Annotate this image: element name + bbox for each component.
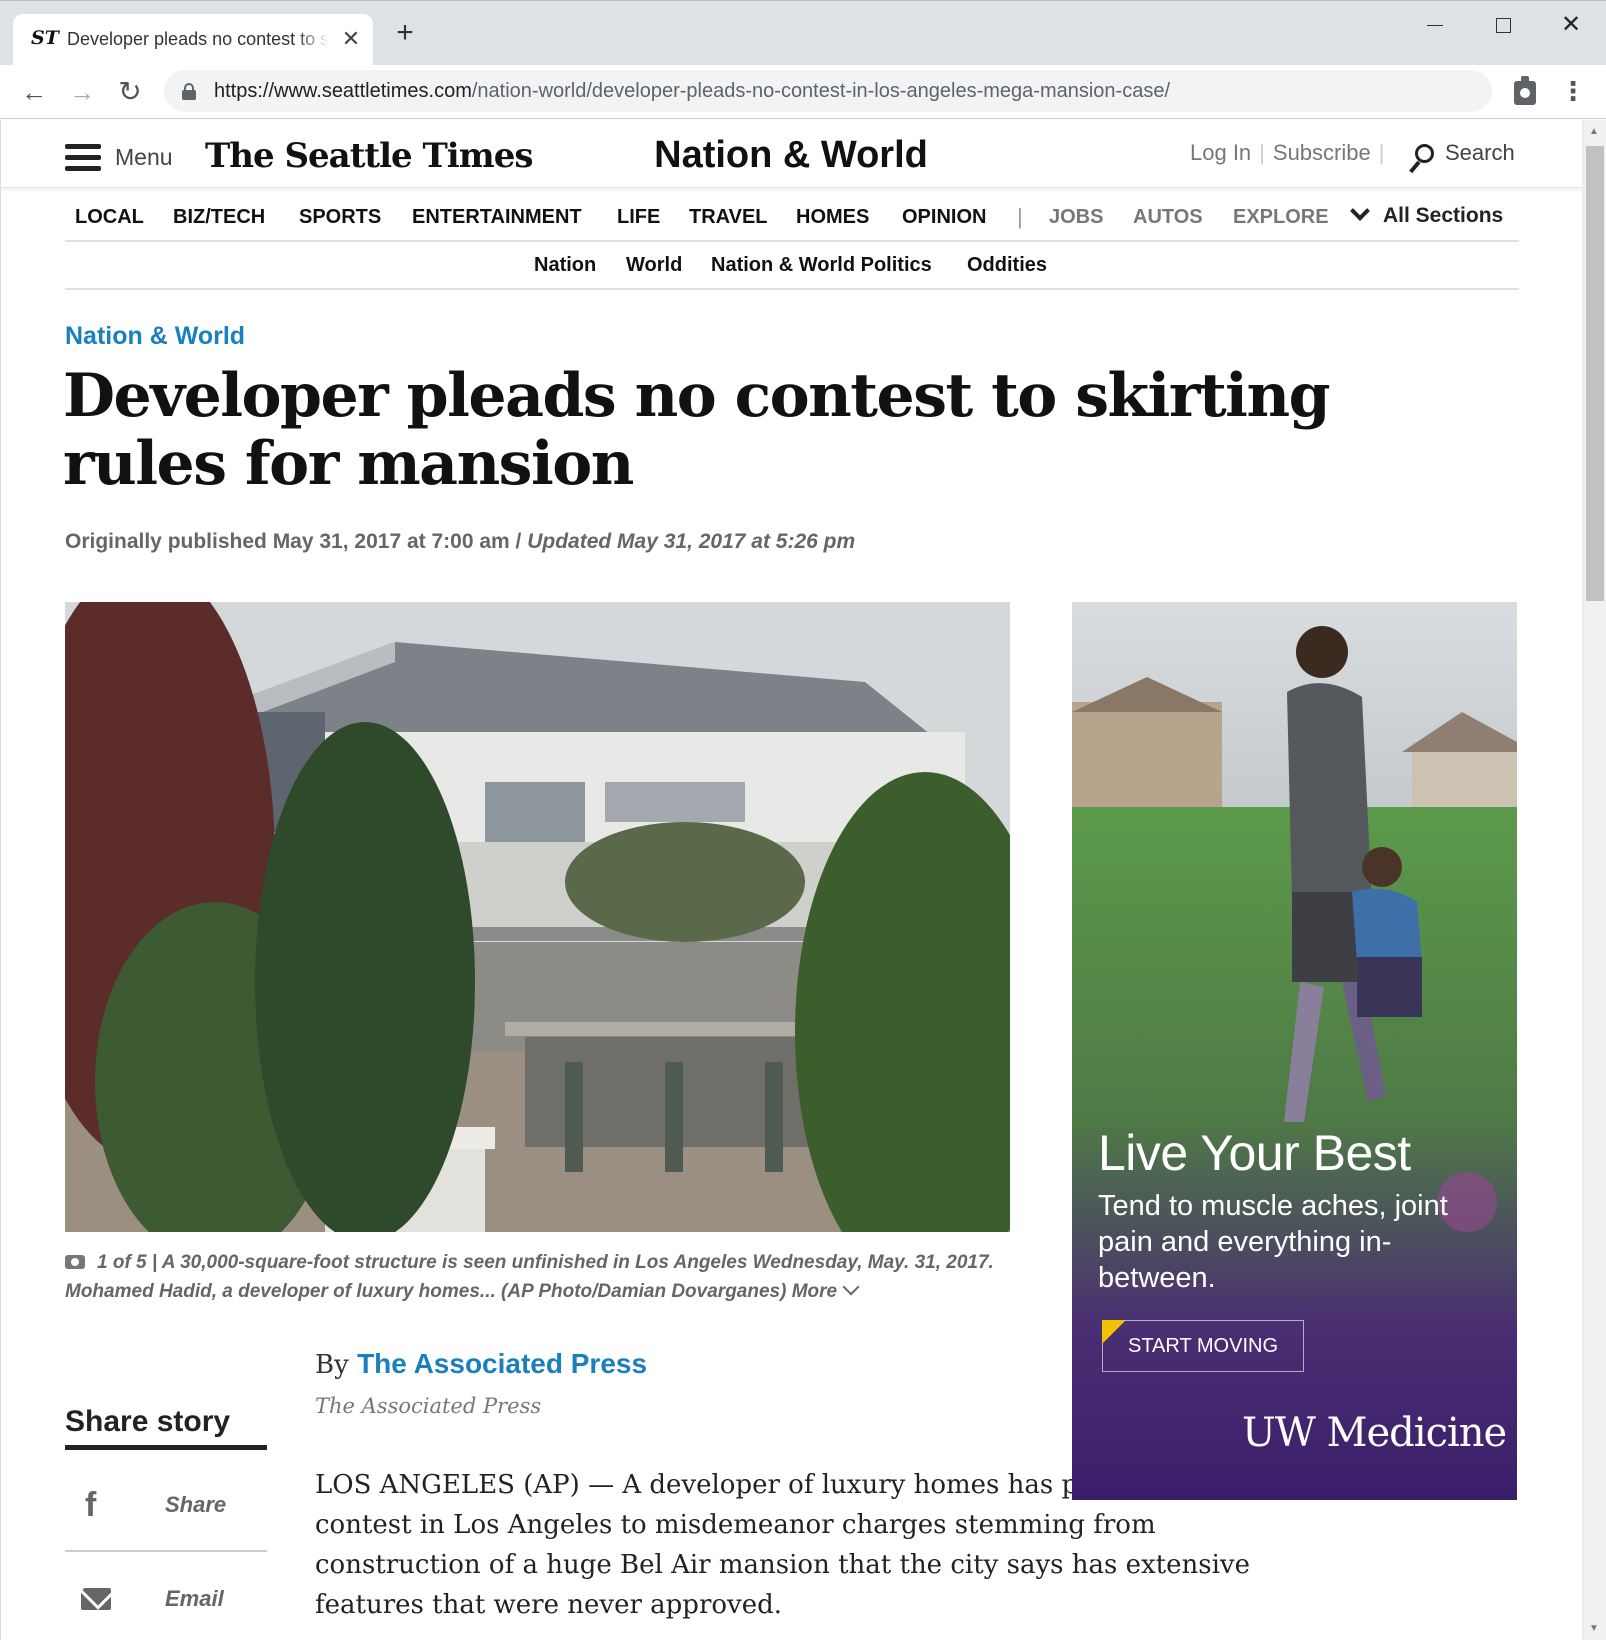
caption-text: | A 30,000-square-foot structure is seen… [65, 1252, 994, 1302]
browser-toolbar: ← → ↻ https://www.seattletimes.com/natio… [0, 65, 1606, 119]
scroll-down-arrow-icon[interactable]: ▼ [1589, 1623, 1599, 1634]
search-label: Search [1445, 140, 1515, 165]
minimize-window-button[interactable] [1415, 9, 1455, 41]
ad-brand-logo: UW Medicine [1242, 1410, 1507, 1456]
close-tab-icon[interactable]: ✕ [339, 27, 363, 51]
byline: By The Associated Press [315, 1348, 647, 1380]
expand-caption-chevron-icon[interactable] [842, 1278, 860, 1296]
back-arrow-icon[interactable]: ← [18, 76, 50, 108]
advertisement[interactable]: Live Your Best Tend to muscle aches, joi… [1072, 602, 1517, 1500]
share-email-label: Email [165, 1586, 224, 1611]
share-story-heading: Share story [65, 1405, 267, 1450]
account-divider: | [1378, 140, 1385, 165]
article-headline: Developer pleads no contest to skirting … [63, 361, 1331, 499]
section-title[interactable]: Nation & World [561, 134, 1021, 177]
article-dateline: Originally published May 31, 2017 at 7:0… [65, 530, 855, 554]
share-facebook-button[interactable]: f Share [65, 1460, 267, 1552]
login-link[interactable]: Log In [1190, 140, 1251, 165]
ad-subtext: Tend to muscle aches, joint pain and eve… [1098, 1190, 1448, 1294]
camera-icon [65, 1255, 85, 1269]
mansion-construction-image [65, 602, 1010, 1232]
byline-prefix: By [315, 1350, 358, 1380]
caption-count: 1 of 5 [97, 1252, 147, 1273]
nav-explore[interactable]: EXPLORE [1233, 206, 1329, 229]
account-links: Log In | Subscribe | [1190, 140, 1392, 172]
nav-opinion[interactable]: OPINION [902, 206, 986, 229]
browser-tab-strip: ST Developer pleads no contest to skirti… [0, 0, 1606, 66]
browser-menu-icon[interactable]: ⋮ [1560, 76, 1586, 108]
maximize-window-button[interactable] [1483, 9, 1523, 41]
subnav-nation[interactable]: Nation [534, 254, 596, 277]
nav-jobs[interactable]: JOBS [1049, 206, 1103, 229]
nav-travel[interactable]: TRAVEL [689, 206, 768, 229]
subnav-world[interactable]: World [626, 254, 682, 277]
author-link[interactable]: The Associated Press [357, 1348, 647, 1379]
address-bar[interactable]: https://www.seattletimes.com/nation-worl… [164, 70, 1492, 112]
seattle-times-favicon-icon: ST [31, 27, 59, 49]
subnav-oddities[interactable]: Oddities [967, 254, 1047, 277]
ad-cta-flag-icon [1102, 1320, 1126, 1344]
photo-caption: 1 of 5 | A 30,000-square-foot structure … [65, 1248, 1010, 1306]
scrollbar-thumb[interactable] [1586, 146, 1604, 601]
main-navigation: LOCAL BIZ/TECH SPORTS ENTERTAINMENT LIFE… [65, 196, 1519, 242]
scroll-up-arrow-icon[interactable]: ▲ [1589, 126, 1599, 137]
lead-photo[interactable] [65, 602, 1010, 1232]
account-divider: | [1259, 140, 1265, 165]
date-separator: / [509, 530, 528, 553]
new-tab-button[interactable]: + [392, 18, 418, 48]
facebook-icon: f [85, 1486, 97, 1524]
close-window-button[interactable]: ✕ [1551, 9, 1591, 41]
share-facebook-label: Share [165, 1492, 227, 1517]
clipboard-extension-icon[interactable] [1512, 76, 1538, 106]
nav-sports[interactable]: SPORTS [299, 206, 381, 229]
author-organization: The Associated Press [315, 1394, 542, 1418]
subnav-politics[interactable]: Nation & World Politics [711, 254, 932, 277]
page-viewport: Menu The Seattle Times Nation & World Lo… [0, 120, 1582, 1640]
nav-biz-tech[interactable]: BIZ/TECH [173, 206, 265, 229]
search-icon [1407, 144, 1435, 174]
ad-start-moving-button[interactable]: START MOVING [1102, 1320, 1304, 1372]
nav-homes[interactable]: HOMES [796, 206, 869, 229]
seattle-times-logo[interactable]: The Seattle Times [205, 136, 533, 176]
chevron-down-icon[interactable] [1349, 202, 1371, 224]
site-header: Menu The Seattle Times Nation & World Lo… [1, 120, 1582, 188]
tab-title: Developer pleads no contest to skirting … [67, 29, 329, 50]
hamburger-icon [65, 142, 101, 172]
subscribe-link[interactable]: Subscribe [1273, 140, 1371, 165]
updated-date: Updated May 31, 2017 at 5:26 pm [527, 530, 856, 553]
article-kicker[interactable]: Nation & World [65, 322, 245, 351]
lock-icon[interactable] [182, 83, 196, 100]
published-date: Originally published May 31, 2017 at 7:0… [65, 530, 510, 553]
url-text[interactable]: https://www.seattletimes.com/nation-worl… [214, 80, 1170, 103]
page-scrollbar[interactable]: ▲ ▼ [1582, 120, 1606, 1640]
nav-entertainment[interactable]: ENTERTAINMENT [412, 206, 582, 229]
section-subnav: Nation World Nation & World Politics Odd… [65, 242, 1519, 290]
ad-cta-label: START MOVING [1127, 1335, 1279, 1357]
forward-arrow-icon[interactable]: → [66, 76, 98, 108]
browser-tab[interactable]: ST Developer pleads no contest to skirti… [13, 14, 373, 66]
reload-icon[interactable]: ↻ [114, 76, 146, 108]
nav-divider: | [1017, 204, 1023, 229]
share-email-button[interactable]: Email [65, 1554, 267, 1640]
ad-headline: Live Your Best [1098, 1125, 1411, 1181]
email-icon [81, 1588, 111, 1610]
menu-label: Menu [115, 144, 173, 170]
nav-autos[interactable]: AUTOS [1133, 206, 1203, 229]
all-sections-link[interactable]: All Sections [1383, 204, 1503, 228]
nav-local[interactable]: LOCAL [75, 206, 144, 229]
nav-life[interactable]: LIFE [617, 206, 660, 229]
